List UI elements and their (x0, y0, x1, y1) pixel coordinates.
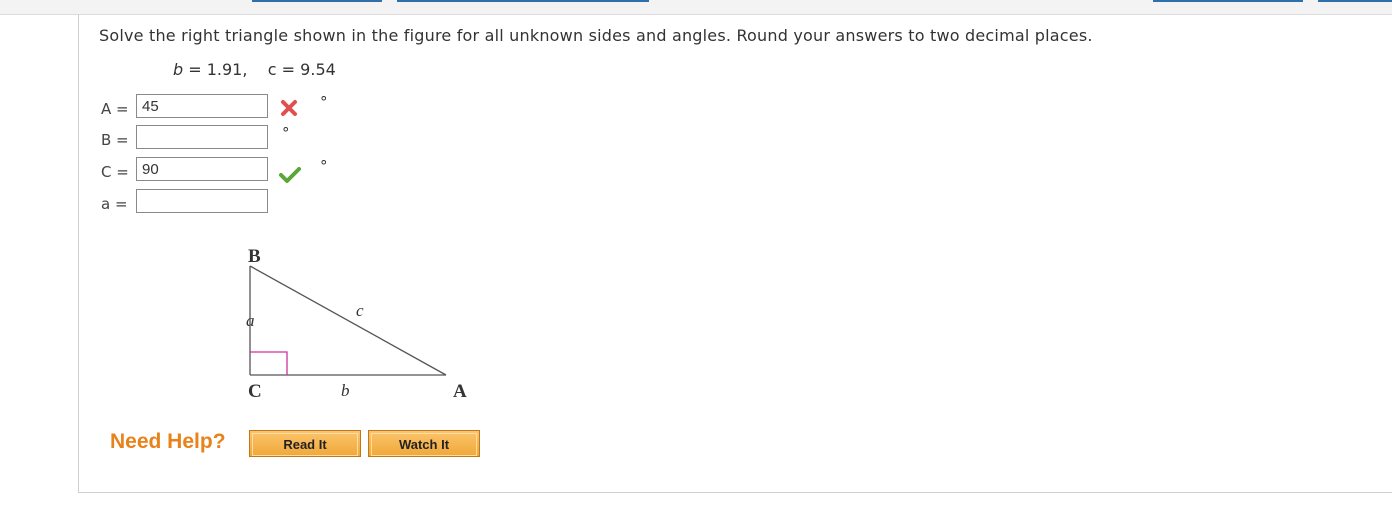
watch-it-label: Watch It (371, 433, 477, 456)
incorrect-x-icon (281, 100, 297, 116)
given-b-variable: b (173, 60, 184, 79)
degree-symbol-B: ° (282, 124, 290, 142)
vertex-label-B: B (248, 246, 261, 267)
answer-input-B[interactable] (136, 125, 268, 149)
right-angle-marker (250, 351, 288, 375)
toolbar-tab-underline (1318, 0, 1392, 2)
answer-input-C[interactable] (136, 157, 268, 181)
correct-check-icon (279, 167, 301, 183)
need-help-heading: Need Help? (110, 430, 226, 453)
given-c-variable: c (267, 60, 277, 79)
side-c-hypotenuse (249, 265, 447, 376)
given-c-value: = 9.54 (276, 60, 336, 79)
answer-input-A[interactable] (136, 94, 268, 118)
answer-input-a[interactable] (136, 189, 268, 213)
read-it-button[interactable]: Read It (249, 430, 361, 457)
toolbar-tab-underline (252, 0, 382, 2)
degree-symbol-C: ° (320, 157, 328, 175)
answer-label-a: a = (101, 195, 128, 213)
watch-it-button[interactable]: Watch It (368, 430, 480, 457)
side-label-b: b (341, 381, 350, 400)
top-toolbar-strip (0, 0, 1392, 15)
answer-label-C: C = (101, 163, 129, 181)
side-label-a: a (246, 311, 255, 330)
toolbar-tab-underline (1153, 0, 1303, 2)
side-label-c: c (356, 301, 364, 320)
answer-label-A: A = (101, 100, 129, 118)
toolbar-tab-underline (397, 0, 649, 2)
read-it-label: Read It (252, 433, 358, 456)
vertex-label-A: A (453, 381, 467, 402)
vertex-label-C: C (248, 381, 262, 402)
answer-label-B: B = (101, 131, 129, 149)
question-text: Solve the right triangle shown in the fi… (99, 26, 1093, 45)
degree-symbol-A: ° (320, 93, 328, 111)
right-triangle-figure: B a c C b A (246, 246, 467, 402)
given-values: b = 1.91, c = 9.54 (173, 60, 336, 79)
given-b-value: = 1.91, (183, 60, 248, 79)
